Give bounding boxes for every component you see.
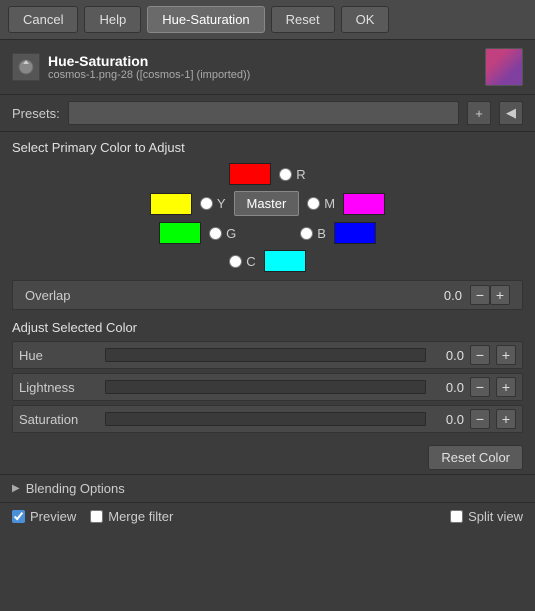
overlap-decrease-button[interactable]: − [470, 285, 490, 305]
m-radio-label[interactable]: M [307, 196, 335, 211]
presets-label: Presets: [12, 106, 60, 121]
y-radio[interactable] [200, 197, 213, 210]
saturation-decrease-button[interactable]: − [470, 409, 490, 429]
r-swatch[interactable] [229, 163, 271, 185]
add-preset-button[interactable]: + [467, 101, 491, 125]
b-swatch[interactable] [334, 222, 376, 244]
split-view-checkbox-label[interactable]: Split view [450, 509, 523, 524]
preview-label: Preview [30, 509, 76, 524]
c-radio[interactable] [229, 255, 242, 268]
master-button[interactable]: Master [234, 191, 300, 216]
hue-saturation-tab[interactable]: Hue-Saturation [147, 6, 264, 33]
c-label: C [246, 254, 255, 269]
hue-row: Hue 0.0 − + [12, 341, 523, 369]
split-view-label: Split view [468, 509, 523, 524]
overlap-increase-button[interactable]: + [490, 285, 510, 305]
dialog-subtitle: cosmos-1.png-28 ([cosmos-1] (imported)) [48, 69, 485, 81]
lightness-decrease-button[interactable]: − [470, 377, 490, 397]
r-radio[interactable] [279, 168, 292, 181]
presets-row: Presets: + ◀ [0, 95, 535, 132]
preview-checkbox[interactable] [12, 510, 25, 523]
reset-button[interactable]: Reset [271, 6, 335, 33]
reset-color-button[interactable]: Reset Color [428, 445, 523, 470]
preview-checkbox-label[interactable]: Preview [12, 509, 76, 524]
saturation-slider[interactable] [105, 412, 426, 426]
adjust-section: Adjust Selected Color Hue 0.0 − + Lightn… [0, 314, 535, 441]
ym-row: Y Master M [150, 191, 385, 216]
r-row: R [229, 163, 305, 185]
reset-color-row: Reset Color [0, 441, 535, 474]
b-radio[interactable] [300, 227, 313, 240]
c-swatch[interactable] [264, 250, 306, 272]
merge-filter-checkbox-label[interactable]: Merge filter [90, 509, 173, 524]
cancel-button[interactable]: Cancel [8, 6, 78, 33]
adjust-title: Adjust Selected Color [12, 320, 523, 335]
lightness-value: 0.0 [432, 380, 464, 395]
merge-filter-checkbox[interactable] [90, 510, 103, 523]
b-radio-label[interactable]: B [300, 226, 326, 241]
color-grid: R Y Master M G [30, 163, 505, 272]
header-text: Hue-Saturation cosmos-1.png-28 ([cosmos-… [48, 53, 485, 81]
blending-arrow-icon: ▶ [12, 483, 20, 494]
saturation-label: Saturation [19, 412, 99, 427]
g-radio[interactable] [209, 227, 222, 240]
b-label: B [317, 226, 326, 241]
y-radio-label[interactable]: Y [200, 196, 226, 211]
overlap-row: Overlap 0.0 − + [12, 280, 523, 310]
lightness-increase-button[interactable]: + [496, 377, 516, 397]
y-swatch[interactable] [150, 193, 192, 215]
hue-value: 0.0 [432, 348, 464, 363]
g-radio-label[interactable]: G [209, 226, 236, 241]
presets-select[interactable] [68, 101, 459, 125]
m-swatch[interactable] [343, 193, 385, 215]
split-view-checkbox[interactable] [450, 510, 463, 523]
saturation-value: 0.0 [432, 412, 464, 427]
lightness-slider[interactable] [105, 380, 426, 394]
merge-filter-label: Merge filter [108, 509, 173, 524]
m-radio[interactable] [307, 197, 320, 210]
hue-increase-button[interactable]: + [496, 345, 516, 365]
color-selector: R Y Master M G [0, 159, 535, 276]
hue-slider[interactable] [105, 348, 426, 362]
ok-button[interactable]: OK [341, 6, 390, 33]
header-icon [12, 53, 40, 81]
c-row: C [229, 250, 305, 272]
gb-row: G B [159, 222, 376, 244]
help-button[interactable]: Help [84, 6, 141, 33]
g-label: G [226, 226, 236, 241]
lightness-label: Lightness [19, 380, 99, 395]
preset-options-button[interactable]: ◀ [499, 101, 523, 125]
g-swatch[interactable] [159, 222, 201, 244]
header: Hue-Saturation cosmos-1.png-28 ([cosmos-… [0, 40, 535, 95]
bottom-bar: Preview Merge filter Split view [0, 502, 535, 530]
blending-options-label: Blending Options [26, 481, 125, 496]
toolbar: Cancel Help Hue-Saturation Reset OK [0, 0, 535, 40]
saturation-increase-button[interactable]: + [496, 409, 516, 429]
dialog-title: Hue-Saturation [48, 53, 485, 69]
y-label: Y [217, 196, 226, 211]
c-radio-label[interactable]: C [229, 254, 255, 269]
overlap-label: Overlap [25, 288, 444, 303]
overlap-value: 0.0 [444, 288, 462, 303]
hue-label: Hue [19, 348, 99, 363]
hue-decrease-button[interactable]: − [470, 345, 490, 365]
m-label: M [324, 196, 335, 211]
saturation-row: Saturation 0.0 − + [12, 405, 523, 433]
r-label: R [296, 167, 305, 182]
thumbnail-preview [485, 48, 523, 86]
r-radio-label[interactable]: R [279, 167, 305, 182]
lightness-row: Lightness 0.0 − + [12, 373, 523, 401]
blending-options-row[interactable]: ▶ Blending Options [0, 474, 535, 502]
select-color-title: Select Primary Color to Adjust [0, 132, 535, 159]
